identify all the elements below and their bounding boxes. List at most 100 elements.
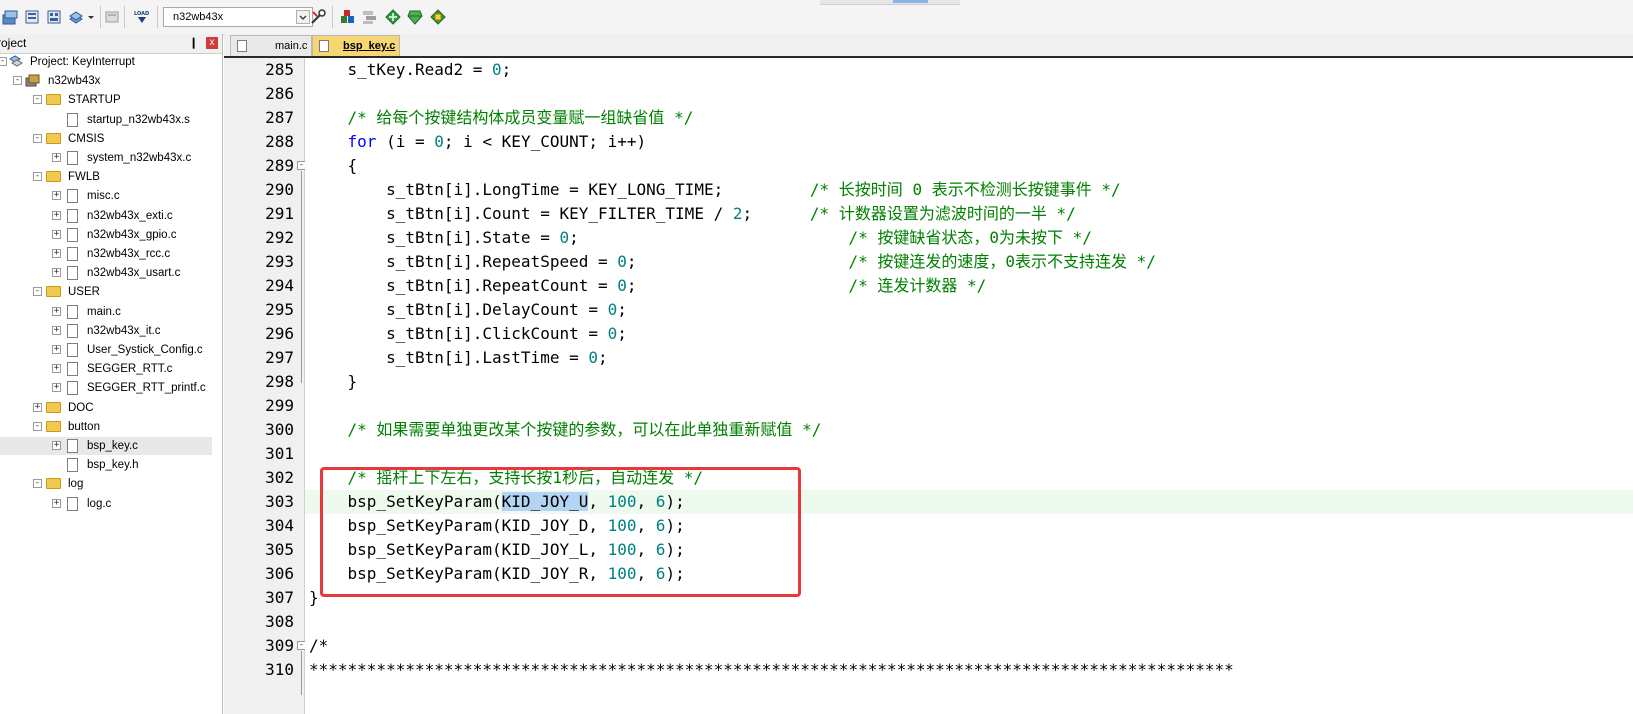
tab-bsp-key-c[interactable]: bsp_key.c	[312, 35, 400, 56]
expand-icon[interactable]: +	[52, 268, 61, 278]
code-line[interactable]: s_tBtn[i].RepeatCount = 0; /* 连发计数器 */	[309, 274, 986, 298]
code-line[interactable]: }	[309, 586, 319, 610]
code-line[interactable]: ****************************************…	[309, 658, 1234, 682]
line-number: 308	[265, 612, 294, 631]
code-line[interactable]: s_tBtn[i].LongTime = KEY_LONG_TIME; /* 长…	[309, 178, 1121, 202]
tree-item-main-c[interactable]: + main.c	[0, 303, 220, 321]
rebuild-icon[interactable]	[24, 9, 40, 25]
manage-runtime-icon[interactable]	[362, 9, 378, 25]
code-line[interactable]: s_tBtn[i].RepeatSpeed = 0; /* 按键连发的速度，0表…	[309, 250, 1156, 274]
expand-icon[interactable]: +	[52, 153, 61, 162]
tree-item-startup[interactable]: - STARTUP	[0, 91, 220, 109]
collapse-icon[interactable]: -	[33, 287, 42, 297]
load-icon[interactable]: LOAD	[133, 9, 151, 25]
tree-item-n32wb43x-it-c[interactable]: + n32wb43x_it.c	[0, 322, 220, 340]
line-number: 285	[265, 60, 294, 79]
expand-icon[interactable]: +	[52, 383, 61, 393]
expand-icon[interactable]: +	[52, 364, 61, 374]
code-line[interactable]: s_tBtn[i].LastTime = 0;	[309, 346, 608, 370]
chevron-down-icon[interactable]	[86, 9, 96, 25]
tree-item-segger-rtt-c[interactable]: + SEGGER_RTT.c	[0, 360, 220, 378]
tree-item-segger-rtt-printf-c[interactable]: + SEGGER_RTT_printf.c	[0, 379, 220, 397]
expand-icon[interactable]: +	[52, 345, 61, 354]
tree-item-n32wb43x-gpio-c[interactable]: + n32wb43x_gpio.c	[0, 226, 220, 244]
tree-item-n32wb43x-exti-c[interactable]: + n32wb43x_exti.c	[0, 207, 220, 225]
code-area[interactable]: s_tKey.Read2 = 0; /* 给每个按键结构体成员变量赋一组缺省值 …	[305, 58, 1633, 714]
chevron-down-icon[interactable]	[296, 10, 310, 24]
close-icon[interactable]: x	[206, 37, 218, 49]
code-line[interactable]: {	[309, 154, 358, 178]
tree-item-cmsis[interactable]: - CMSIS	[0, 130, 220, 148]
tree-item-startup-n32wb43x-s[interactable]: startup_n32wb43x.s	[0, 111, 220, 129]
code-line[interactable]: s_tBtn[i].State = 0; /* 按键缺省状态，0为未按下 */	[309, 226, 1092, 250]
code-line[interactable]: s_tBtn[i].Count = KEY_FILTER_TIME / 2; /…	[309, 202, 1076, 226]
code-line[interactable]: /* 给每个按键结构体成员变量赋一组缺省值 */	[309, 106, 694, 130]
code-line[interactable]: s_tBtn[i].DelayCount = 0;	[309, 298, 627, 322]
download-icon[interactable]	[104, 9, 120, 25]
expand-icon[interactable]: +	[52, 441, 61, 450]
tree-item-label: n32wb43x_rcc.c	[87, 248, 171, 260]
line-number: 300	[265, 420, 294, 439]
tree-item-project-keyinterrupt[interactable]: - Project: KeyInterrupt	[0, 53, 220, 71]
tree-item-log-c[interactable]: + log.c	[0, 495, 220, 513]
project-panel: roject ❙ x -Project: KeyInterrupt-n32wb4…	[0, 34, 223, 714]
expand-icon[interactable]: +	[33, 402, 42, 412]
event-recorder-icon[interactable]	[430, 9, 446, 25]
pack-installer-icon[interactable]	[407, 9, 423, 25]
collapse-icon[interactable]: -	[33, 133, 42, 143]
expand-icon[interactable]: +	[52, 191, 61, 201]
code-line[interactable]: /* 如果需要单独更改某个按键的参数，可以在此单独重新赋值 */	[309, 418, 822, 442]
expand-icon[interactable]: +	[52, 229, 61, 239]
expand-icon[interactable]: +	[52, 498, 61, 508]
project-tree: - Project: KeyInterrupt - n32wb43x - STARTUP s…	[0, 53, 222, 714]
code-line[interactable]: /*	[309, 634, 328, 658]
code-token: ;	[598, 348, 608, 367]
tab-main-c[interactable]: main.c	[230, 35, 312, 56]
tree-item-user-systick-config-c[interactable]: + User_Systick_Config.c	[0, 341, 220, 359]
tree-item-misc-c[interactable]: + misc.c	[0, 187, 220, 205]
line-number: 289	[265, 156, 294, 175]
line-number: 292	[265, 228, 294, 247]
batch-build-icon[interactable]	[46, 9, 62, 25]
tree-item-user[interactable]: - USER	[0, 283, 220, 301]
tree-item-bsp-key-c[interactable]: + bsp_key.c	[0, 437, 212, 455]
collapse-icon[interactable]: -	[33, 479, 42, 489]
tree-item-label: log	[68, 478, 84, 491]
collapse-icon[interactable]: -	[33, 421, 42, 431]
select-pack-icon[interactable]	[385, 9, 401, 25]
window-title-strip	[820, 0, 960, 5]
collapse-icon[interactable]: -	[33, 95, 42, 105]
code-token: s_tBtn[i].State =	[309, 228, 560, 247]
code-line[interactable]: }	[309, 370, 358, 394]
target-options-icon[interactable]	[310, 9, 326, 25]
tree-item-bsp-key-h[interactable]: bsp_key.h	[0, 456, 220, 474]
expand-icon[interactable]: +	[52, 210, 61, 220]
expand-icon[interactable]: +	[52, 249, 61, 258]
file-icon	[67, 458, 78, 473]
code-line[interactable]: s_tKey.Read2 = 0;	[309, 58, 512, 82]
collapse-icon[interactable]: -	[33, 172, 42, 182]
expand-icon[interactable]: +	[52, 306, 61, 316]
code-line[interactable]: for (i = 0; i < KEY_COUNT; i++)	[309, 130, 647, 154]
collapse-icon[interactable]: -	[0, 57, 7, 66]
tree-item-n32wb43x-rcc-c[interactable]: + n32wb43x_rcc.c	[0, 245, 220, 263]
tree-item-button[interactable]: - button	[0, 418, 220, 436]
tree-item-doc[interactable]: + DOC	[0, 399, 220, 417]
target-select[interactable]: n32wb43x	[163, 7, 313, 27]
stop-build-icon[interactable]	[68, 9, 84, 25]
tree-item-label: CMSIS	[68, 132, 105, 145]
expand-icon[interactable]: +	[52, 325, 61, 335]
code-line[interactable]: s_tBtn[i].ClickCount = 0;	[309, 322, 627, 346]
folder-icon	[46, 286, 61, 298]
translate-icon[interactable]	[2, 9, 18, 25]
tree-item-log[interactable]: - log	[0, 475, 220, 493]
pin-icon[interactable]: ❙	[189, 34, 198, 53]
folder-icon	[46, 478, 61, 490]
tree-item-fwlb[interactable]: - FWLB	[0, 168, 220, 186]
tree-item-n32wb43x[interactable]: - n32wb43x	[0, 72, 220, 90]
tree-item-n32wb43x-usart-c[interactable]: + n32wb43x_usart.c	[0, 264, 220, 282]
collapse-icon[interactable]: -	[13, 76, 22, 86]
tree-item-label: n32wb43x	[48, 75, 101, 88]
tree-item-system-n32wb43x-c[interactable]: + system_n32wb43x.c	[0, 149, 220, 167]
manage-components-icon[interactable]	[340, 9, 356, 25]
